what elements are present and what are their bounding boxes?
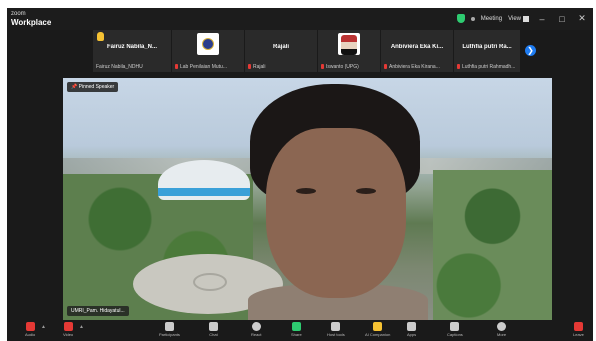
leave-button[interactable]: Leave — [573, 322, 584, 337]
brand-zoom: zoom — [11, 11, 26, 17]
speaker-name-label: UMRI_Pam. Hidayatul... — [67, 306, 129, 316]
maximize-icon[interactable]: □ — [555, 14, 569, 24]
more-button[interactable]: More — [497, 322, 506, 337]
meeting-toolbar: Audio ▲ Video ▲ Participants Chat React … — [7, 320, 593, 341]
audio-caret-icon[interactable]: ▲ — [41, 324, 46, 330]
shield-icon — [331, 322, 341, 331]
audio-label: Audio — [25, 332, 36, 337]
ai-companion-icon — [373, 322, 383, 331]
video-button[interactable]: Video — [63, 322, 73, 337]
captions-icon — [450, 322, 460, 331]
share-button[interactable]: Share — [291, 322, 302, 337]
chat-button[interactable]: Chat — [209, 322, 218, 337]
apps-button[interactable]: Apps — [407, 322, 416, 337]
raised-hand-icon — [97, 32, 104, 41]
next-page-arrow-icon[interactable]: ❯ — [525, 45, 536, 56]
mic-muted-icon — [175, 64, 178, 70]
trees-right — [433, 170, 552, 320]
chat-icon — [209, 322, 218, 331]
participant-name: Luthfia putri Ra... — [462, 44, 512, 50]
plaza-ring — [193, 273, 227, 291]
participant-tile[interactable]: Luthfia putri Ra... Luthfia putri Rahmad… — [454, 30, 520, 72]
pinned-speaker-badge[interactable]: 📌 Pinned Speaker — [67, 82, 119, 92]
ai-companion-label: AI Companion — [365, 332, 391, 337]
participant-label: Luthfia putri Rahmadh... — [457, 64, 518, 70]
video-label: Video — [63, 332, 74, 337]
eye-right — [356, 188, 376, 194]
security-shield-icon[interactable] — [456, 14, 465, 23]
participants-icon — [164, 322, 174, 331]
meeting-label[interactable]: Meeting — [481, 16, 502, 22]
react-label: React — [251, 332, 262, 337]
participant-tile[interactable]: Iswanto (UPG) — [318, 30, 380, 72]
participants-label: Participants — [159, 332, 180, 337]
participant-name: Rajali — [272, 44, 289, 50]
speaker-video[interactable]: 📌 Pinned Speaker UMRI_Pam. Hidayatul... — [63, 78, 552, 320]
share-label: Share — [291, 332, 302, 337]
host-tools-button[interactable]: Host tools — [327, 322, 345, 337]
stadium-band — [158, 188, 250, 196]
participant-tile[interactable]: Anbiviera Eka Ki... Anbiviera Eka Kirana… — [381, 30, 453, 72]
view-label: View — [508, 15, 521, 22]
captions-button[interactable]: Captions — [447, 322, 463, 337]
brand-workplace: Workplace — [11, 18, 52, 27]
pin-icon: 📌 — [71, 84, 78, 90]
grid-view-icon — [523, 15, 529, 22]
participant-name: Anbiviera Eka Ki... — [390, 44, 444, 50]
participant-strip: Fairuz Nabila_N... Fairuz Nabila_NDHU La… — [7, 30, 593, 74]
main-video-area: 📌 Pinned Speaker UMRI_Pam. Hidayatul... — [7, 74, 593, 320]
more-icon — [497, 322, 507, 331]
eye-left — [296, 188, 316, 194]
audio-button[interactable]: Audio — [25, 322, 35, 337]
participant-label: Anbiviera Eka Kirana... — [384, 64, 451, 70]
mic-muted-icon — [25, 322, 35, 331]
share-icon — [291, 322, 301, 331]
title-bar-controls: Meeting View – □ ✕ — [456, 13, 589, 24]
video-caret-icon[interactable]: ▲ — [79, 324, 84, 330]
mic-muted-icon — [248, 64, 251, 70]
participant-tile[interactable]: Rajali Rajali — [245, 30, 317, 72]
host-tools-label: Host tools — [327, 332, 345, 337]
title-bar: zoom Workplace Meeting View – □ ✕ — [7, 8, 593, 30]
participant-label: Fairuz Nabila_NDHU — [96, 64, 143, 70]
mic-muted-icon — [384, 64, 387, 70]
app-brand: zoom Workplace — [11, 10, 51, 27]
apps-icon — [407, 322, 417, 331]
leave-label: Leave — [573, 332, 584, 337]
mic-muted-icon — [321, 64, 324, 70]
close-window-icon[interactable]: ✕ — [575, 13, 589, 24]
captions-label: Captions — [447, 332, 463, 337]
minimize-icon[interactable]: – — [535, 14, 549, 24]
participant-name: Fairuz Nabila_N... — [106, 44, 157, 50]
participant-label: Lab Penilaian Mutu... — [175, 64, 242, 70]
view-button[interactable]: View — [508, 15, 529, 22]
participant-label: Rajali — [248, 64, 315, 70]
more-label: More — [497, 332, 507, 337]
react-button[interactable]: React — [251, 322, 261, 337]
zoom-window: zoom Workplace Meeting View – □ ✕ Fairuz… — [7, 8, 593, 341]
react-icon — [251, 322, 261, 331]
apps-label: Apps — [407, 332, 417, 337]
participants-button[interactable]: Participants — [159, 322, 180, 337]
info-icon[interactable] — [470, 16, 475, 21]
video-off-icon — [63, 322, 73, 331]
participant-tile[interactable]: Lab Penilaian Mutu... — [172, 30, 244, 72]
participant-label: Iswanto (UPG) — [321, 64, 378, 70]
participant-tile[interactable]: Fairuz Nabila_N... Fairuz Nabila_NDHU — [93, 30, 171, 72]
institution-logo-avatar — [197, 33, 219, 55]
face — [266, 128, 406, 298]
speaker-person — [248, 84, 428, 320]
leave-icon — [573, 322, 583, 331]
photo-avatar — [338, 33, 360, 55]
ai-companion-button[interactable]: AI Companion — [365, 322, 390, 337]
chat-label: Chat — [209, 332, 218, 337]
mic-muted-icon — [457, 64, 460, 70]
pin-label-text: Pinned Speaker — [78, 84, 115, 90]
